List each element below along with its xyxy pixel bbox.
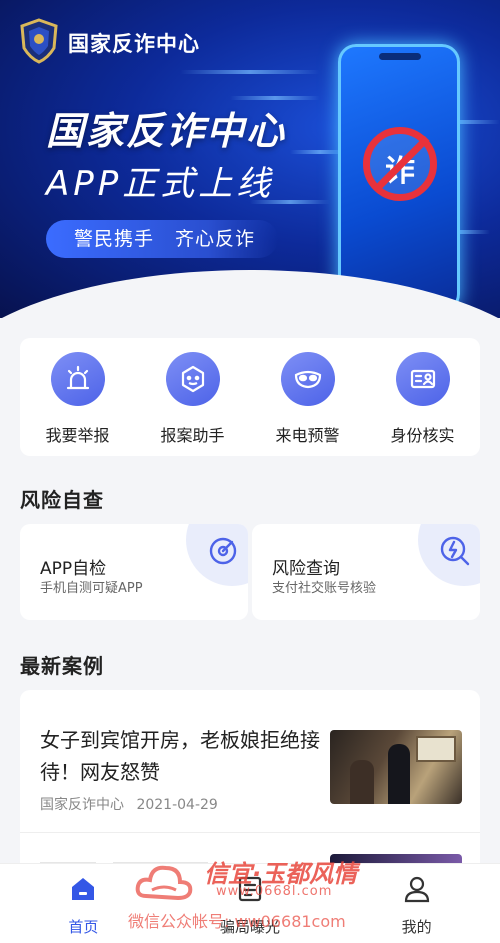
nav-tab-mine[interactable]: 我的: [362, 874, 472, 943]
risk-card-title: APP自检: [40, 559, 107, 579]
risk-card-risk-query[interactable]: 风险查询 支付社交账号核验: [252, 524, 480, 620]
quick-action-report[interactable]: 我要举报: [28, 352, 128, 456]
banner-subline: APP正式上线: [46, 164, 275, 204]
app-title: 国家反诈中心: [68, 32, 200, 56]
risk-card-subtitle: 支付社交账号核验: [272, 581, 377, 596]
risk-card-subtitle: 手机自测可疑APP: [40, 581, 143, 596]
nav-tab-scam-exposure[interactable]: 骗局曝光: [195, 874, 305, 943]
user-icon: [404, 876, 429, 903]
news-item-source: 国家反诈中心: [40, 797, 124, 813]
hero-banner[interactable]: 国家反诈中心 国家反诈中心 APP正式上线 警民携手 齐心反诈 诈: [0, 0, 500, 318]
nav-tab-home[interactable]: 首页: [28, 874, 138, 943]
no-fraud-sign-icon: 诈: [363, 127, 437, 201]
news-icon: [238, 876, 262, 902]
lightning-search-icon: [440, 536, 470, 566]
quick-actions-card: 我要举报 报案助手 来电预警 身份核实: [20, 338, 480, 456]
police-badge-icon: [20, 18, 58, 64]
risk-section-title: 风险自查: [20, 488, 104, 512]
alarm-light-icon: [50, 352, 105, 406]
home-icon: [72, 878, 95, 900]
target-scan-icon: [209, 537, 237, 565]
quick-action-id-verify[interactable]: 身份核实: [373, 352, 473, 456]
news-item-date: 2021-04-29: [136, 797, 218, 813]
news-item-thumbnail: [330, 730, 462, 804]
bottom-nav: 首页 骗局曝光 我的: [0, 863, 500, 943]
quick-action-label: 身份核实: [390, 426, 455, 445]
quick-action-case-assistant[interactable]: 报案助手: [143, 352, 243, 456]
risk-card-app-check[interactable]: APP自检 手机自测可疑APP: [20, 524, 248, 620]
news-item-meta: 国家反诈中心 2021-04-29: [40, 794, 218, 814]
quick-action-call-warning[interactable]: 来电预警: [258, 352, 358, 456]
quick-action-label: 报案助手: [160, 426, 225, 445]
news-item-title: 女子到宾馆开房，老板娘拒绝接待！网友怒赞: [40, 728, 320, 784]
id-card-icon: [395, 352, 450, 406]
nav-tab-label: 首页: [68, 918, 99, 936]
nav-tab-label: 骗局曝光: [219, 918, 280, 936]
quick-action-label: 我要举报: [45, 426, 110, 445]
quick-action-label: 来电预警: [275, 426, 340, 445]
hexagon-face-icon: [165, 352, 220, 406]
banner-headline: 国家反诈中心: [46, 109, 287, 153]
banner-slogan: 警民携手 齐心反诈: [46, 220, 278, 258]
news-section-title: 最新案例: [20, 654, 104, 678]
mask-icon: [280, 352, 335, 406]
nav-tab-label: 我的: [401, 918, 432, 936]
risk-card-title: 风险查询: [272, 559, 340, 579]
phone-illustration: 诈: [338, 44, 460, 312]
